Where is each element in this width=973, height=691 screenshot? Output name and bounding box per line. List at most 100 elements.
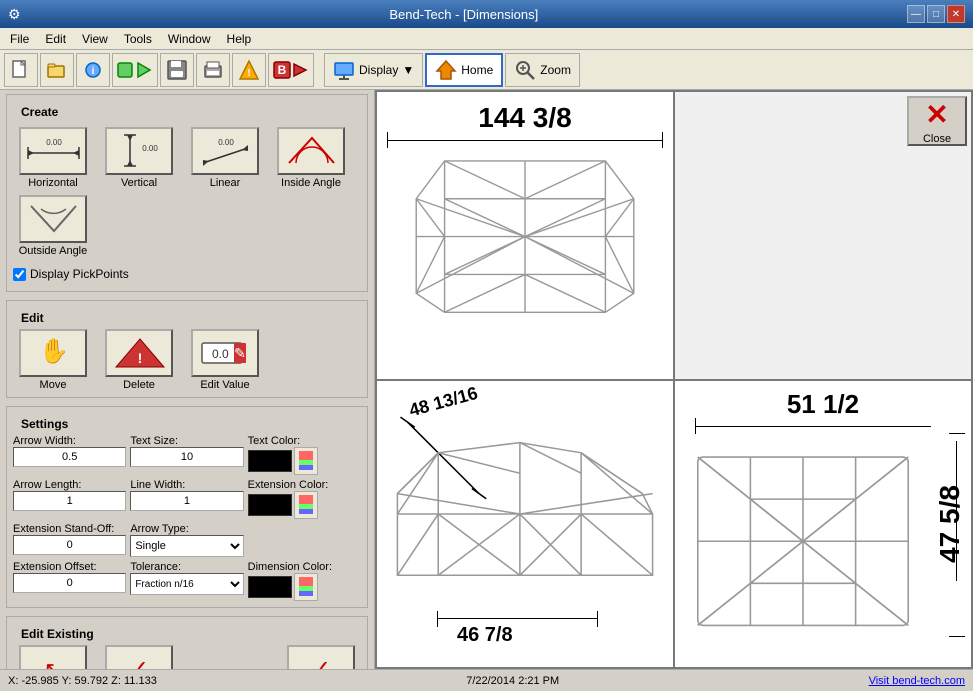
text-color-swatch[interactable] [248, 450, 292, 472]
window-close-button[interactable]: ✕ [947, 5, 965, 23]
close-label: Close [923, 133, 951, 145]
arrow-type-label: Arrow Type: [130, 523, 243, 535]
create-vertical-button[interactable]: 0.00 Vertical [99, 127, 179, 189]
text-color-label: Text Color: [248, 435, 361, 447]
extension-offset-input[interactable] [13, 573, 126, 593]
horizontal-icon: 0.00 [19, 127, 87, 175]
toolbar-icon7[interactable]: ! [232, 53, 266, 87]
text-color-row [248, 447, 361, 475]
svg-text:✓: ✓ [311, 656, 331, 669]
extension-standoff-input[interactable] [13, 535, 126, 555]
arrow-length-label: Arrow Length: [13, 479, 126, 491]
create-outside-angle-button[interactable]: Outside Angle [13, 195, 93, 257]
svg-text:✓: ✓ [129, 656, 149, 669]
outside-angle-icon [19, 195, 87, 243]
svg-text:!: ! [137, 350, 142, 366]
toolbar-home-button[interactable]: Home [425, 53, 503, 87]
extension-color-swatch[interactable] [248, 494, 292, 516]
create-header: Create [13, 101, 361, 123]
edit-section: Edit ✋ Move ! Delete 0.0✎ [6, 300, 368, 398]
display-pickpoints-checkbox[interactable] [13, 268, 26, 281]
edit-value-button[interactable]: 0.0✎ Edit Value [185, 329, 265, 391]
left-panel: Create 0.00 Horizontal 0.00 Vertical [0, 90, 375, 669]
app-icon: ⚙ [8, 6, 21, 23]
display-arrow: ▼ [402, 63, 414, 77]
text-color-picker-button[interactable] [294, 447, 318, 475]
window-controls: — □ ✕ [907, 5, 965, 23]
toolbar-icon3[interactable]: i [76, 53, 110, 87]
drawing-panel-top-left[interactable]: 144 3/8 [377, 92, 673, 379]
vertical-icon: 0.00 [105, 127, 173, 175]
create-buttons: 0.00 Horizontal 0.00 Vertical 0.00 Li [13, 123, 361, 285]
move-icon: ✋ [19, 329, 87, 377]
zoom-icon [514, 59, 536, 81]
edit-existing-select-button[interactable]: ↖ Select [13, 645, 93, 669]
settings-header: Settings [13, 413, 361, 435]
svg-text:✋: ✋ [39, 337, 69, 365]
extension-offset-label: Extension Offset: [13, 561, 126, 573]
dimension-color-picker-button[interactable] [294, 573, 318, 601]
create-section: Create 0.00 Horizontal 0.00 Vertical [6, 94, 368, 292]
inside-angle-label: Inside Angle [281, 177, 341, 189]
toolbar-icon8[interactable]: B [268, 53, 314, 87]
dimension-color-col: Dimension Color: [248, 561, 361, 601]
arrow-type-select[interactable]: Single Double Open [130, 535, 243, 557]
toolbar-save[interactable] [160, 53, 194, 87]
line-width-col: Line Width: [130, 479, 243, 511]
edit-existing-apply-button[interactable]: ✓ Apply [99, 645, 179, 669]
tolerance-select[interactable]: Fraction n/16 Fraction n/8 Decimal None [130, 573, 243, 595]
drawing-area: ✕ Close 144 3/8 [375, 90, 973, 669]
text-size-input[interactable] [130, 447, 243, 467]
main-content: Create 0.00 Horizontal 0.00 Vertical [0, 90, 973, 669]
status-link[interactable]: Visit bend-tech.com [869, 675, 965, 687]
vertical-label: Vertical [121, 177, 157, 189]
extension-offset-col: Extension Offset: [13, 561, 126, 593]
delete-label: Delete [123, 379, 155, 391]
toolbar-print[interactable] [196, 53, 230, 87]
create-inside-angle-button[interactable]: Inside Angle [271, 127, 351, 189]
create-linear-button[interactable]: 0.00 Linear [185, 127, 265, 189]
status-coords: X: -25.985 Y: 59.792 Z: 11.133 [8, 675, 157, 687]
edit-existing-buttons: ↖ Select ✓ Apply ✓ Apply to All [13, 645, 361, 669]
minimize-button[interactable]: — [907, 5, 925, 23]
outside-angle-label: Outside Angle [19, 245, 88, 257]
toolbar-icon4[interactable] [112, 53, 158, 87]
inside-angle-icon [277, 127, 345, 175]
menu-view[interactable]: View [74, 30, 116, 48]
dim4-text: 51 1/2 [787, 389, 859, 420]
arrow-length-col: Arrow Length: [13, 479, 126, 511]
drawing-panel-bottom-left[interactable]: 48 13/16 46 7/8 [377, 381, 673, 668]
menu-help[interactable]: Help [219, 30, 260, 48]
arrow-width-input[interactable] [13, 447, 126, 467]
toolbar-open[interactable] [40, 53, 74, 87]
toolbar-zoom-button[interactable]: Zoom [505, 53, 580, 87]
line-width-input[interactable] [130, 491, 243, 511]
dim5-text: 47 5/8 [934, 485, 966, 563]
create-horizontal-button[interactable]: 0.00 Horizontal [13, 127, 93, 189]
edit-existing-apply-all-button[interactable]: ✓ Apply to All [281, 645, 361, 669]
extension-color-col: Extension Color: [248, 479, 361, 519]
dimension-color-swatch[interactable] [248, 576, 292, 598]
titlebar: ⚙ Bend-Tech - [Dimensions] — □ ✕ [0, 0, 973, 28]
text-size-label: Text Size: [130, 435, 243, 447]
status-datetime: 7/22/2014 2:21 PM [466, 675, 559, 687]
maximize-button[interactable]: □ [927, 5, 945, 23]
extension-color-picker-button[interactable] [294, 491, 318, 519]
drawing-panel-bottom-right[interactable]: 51 1/2 47 5/8 [675, 381, 971, 668]
menu-edit[interactable]: Edit [37, 30, 74, 48]
toolbar-new[interactable] [4, 53, 38, 87]
toolbar-display-button[interactable]: Display ▼ [324, 53, 423, 87]
menu-file[interactable]: File [2, 30, 37, 48]
menu-window[interactable]: Window [160, 30, 219, 48]
extension-color-row [248, 491, 361, 519]
toolbar: i ! B Display ▼ Home Zoom [0, 50, 973, 90]
select-icon: ↖ [19, 645, 87, 669]
dimension-color-row [248, 573, 361, 601]
arrow-length-input[interactable] [13, 491, 126, 511]
close-button[interactable]: ✕ Close [907, 96, 967, 146]
menu-tools[interactable]: Tools [116, 30, 160, 48]
edit-header: Edit [13, 307, 361, 329]
edit-delete-button[interactable]: ! Delete [99, 329, 179, 391]
home-label: Home [461, 63, 493, 77]
edit-move-button[interactable]: ✋ Move [13, 329, 93, 391]
